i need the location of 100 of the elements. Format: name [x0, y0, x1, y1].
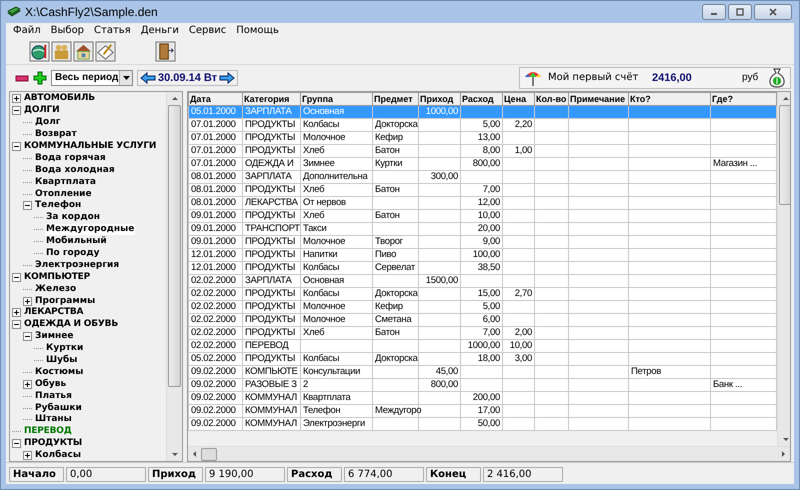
- table-row[interactable]: 09.02.2000 КОММУНАЛ Квартплата 200,00: [188, 392, 776, 404]
- tree-item[interactable]: Долг: [34, 117, 62, 128]
- scrollbar[interactable]: [166, 92, 182, 461]
- table-row[interactable]: 07.01.2000 ПРОДУКТЫ Молочное Кефир 13,00: [188, 132, 776, 144]
- table-row[interactable]: 09.02.2000 КОМПЬЮТЕ Консультации 45,00 Петров: [188, 366, 776, 378]
- expand-icon[interactable]: [12, 308, 21, 318]
- table-row[interactable]: 07.01.2000 ПРОДУКТЫ Колбасы Докторска 5,00 2,20: [188, 118, 776, 132]
- people-icon[interactable]: [51, 40, 72, 62]
- table-row[interactable]: 09.02.2000 КОММУНАЛ Электроэнерги 50,00: [188, 418, 776, 430]
- tree-item[interactable]: Возврат: [34, 129, 78, 140]
- document-pen-icon[interactable]: [95, 40, 116, 62]
- collapse-icon[interactable]: [12, 142, 21, 151]
- menu-item[interactable]: Деньги: [136, 25, 184, 36]
- table-row[interactable]: 08.01.2000 ЛЕКАРСТВА От нервов 12,00: [188, 196, 776, 210]
- collapse-icon[interactable]: [12, 106, 21, 116]
- money-bag-icon[interactable]: [768, 68, 786, 88]
- tree-item[interactable]: Рубашки: [34, 402, 83, 414]
- collapse-icon[interactable]: [23, 332, 32, 342]
- maximize-button[interactable]: [728, 4, 752, 20]
- tree-item[interactable]: Железо: [34, 284, 78, 295]
- menu-item[interactable]: Файл: [8, 25, 46, 36]
- tree-item[interactable]: КОМПЬЮТЕР: [23, 272, 92, 283]
- tree-item[interactable]: ДОЛГИ: [23, 105, 60, 116]
- column-header[interactable]: Приход: [418, 92, 460, 106]
- table-row[interactable]: 02.02.2000 ЗАРПЛАТА Основная 1500,00: [188, 274, 776, 288]
- tree-item[interactable]: Костюмы: [34, 366, 84, 378]
- tree-item[interactable]: Шубы: [45, 355, 78, 366]
- tree-item[interactable]: Мобильный: [45, 236, 108, 248]
- table-row[interactable]: 12.01.2000 ПРОДУКТЫ Напитки Пиво 100,00: [188, 248, 776, 262]
- arrow-left-icon[interactable]: [140, 72, 156, 84]
- column-header[interactable]: Кто?: [628, 92, 710, 106]
- column-header[interactable]: Где?: [710, 92, 776, 106]
- tree-item[interactable]: АВТОМОБИЛЬ: [23, 93, 96, 104]
- table-row[interactable]: 09.01.2000 ПРОДУКТЫ Молочное Творог 9,00: [188, 236, 776, 248]
- table-row[interactable]: 02.02.2000 ПРОДУКТЫ Молочное Сметана 6,00: [188, 314, 776, 326]
- column-header[interactable]: Группа: [300, 92, 372, 106]
- collapse-icon[interactable]: [23, 201, 32, 210]
- globe-icon[interactable]: [29, 40, 50, 62]
- tree-item[interactable]: Платья: [34, 390, 73, 402]
- collapse-icon[interactable]: [12, 320, 21, 330]
- scrollbar[interactable]: [188, 446, 790, 461]
- plus-icon[interactable]: [33, 70, 47, 84]
- collapse-icon[interactable]: [12, 272, 21, 282]
- tree-item[interactable]: За кордон: [45, 212, 102, 224]
- tree-item[interactable]: Электроэнергия: [34, 260, 120, 271]
- table-row[interactable]: 09.01.2000 ПРОДУКТЫ Хлеб Батон 10,00: [188, 210, 776, 222]
- table-row[interactable]: 05.02.2000 ПРОДУКТЫ Колбасы Докторска 18,00 3,00: [188, 352, 776, 366]
- column-header[interactable]: Дата: [188, 92, 242, 106]
- expand-icon[interactable]: [23, 380, 32, 389]
- tree-item[interactable]: ОДЕЖДА И ОБУВЬ: [23, 319, 119, 330]
- minimize-button[interactable]: [702, 4, 726, 20]
- table-row[interactable]: 02.02.2000 ПРОДУКТЫ Молочное Кефир 5,00: [188, 300, 776, 314]
- table-row[interactable]: 07.01.2000 ПРОДУКТЫ Хлеб Батон 8,00 1,00: [188, 144, 776, 158]
- collapse-icon[interactable]: [12, 439, 21, 448]
- tree-item[interactable]: ПЕРЕВОД: [23, 426, 73, 438]
- column-header[interactable]: Расход: [460, 92, 502, 106]
- door-icon[interactable]: [155, 40, 176, 62]
- table-row[interactable]: 02.02.2000 ПЕРЕВОД 1000,00 10,00: [188, 340, 776, 352]
- table-row[interactable]: 08.01.2000 ПРОДУКТЫ Хлеб Батон 7,00: [188, 184, 776, 196]
- tree-item[interactable]: ПРОДУКТЫ: [23, 438, 83, 450]
- menu-item[interactable]: Статья: [89, 25, 136, 36]
- period-dropdown[interactable]: Весь период: [51, 70, 133, 86]
- table-row[interactable]: 09.02.2000 КОММУНАЛ Телефон Междугоро 17,00: [188, 404, 776, 418]
- tree-item[interactable]: Колбасы: [34, 450, 82, 461]
- table-row[interactable]: 12.01.2000 ПРОДУКТЫ Колбасы Сервелат 38,50: [188, 262, 776, 274]
- close-button[interactable]: [754, 4, 792, 20]
- tree-item[interactable]: По городу: [45, 248, 100, 260]
- tree-item[interactable]: Междугородные: [45, 224, 136, 236]
- table-row[interactable]: 02.02.2000 ПРОДУКТЫ Колбасы Докторска 15,00 2,70: [188, 288, 776, 300]
- column-header[interactable]: Цена: [502, 92, 534, 106]
- tree-item[interactable]: ЛЕКАРСТВА: [23, 307, 84, 318]
- expand-icon[interactable]: [12, 94, 21, 104]
- tree-item[interactable]: Отопление: [34, 188, 93, 200]
- tree-item[interactable]: Телефон: [34, 200, 82, 212]
- column-header[interactable]: Предмет: [372, 92, 418, 106]
- tree-item[interactable]: КОММУНАЛЬНЫЕ УСЛУГИ: [23, 141, 158, 152]
- table-row[interactable]: 09.01.2000 ТРАНСПОРТ Такси 20,00: [188, 222, 776, 236]
- house-icon[interactable]: [73, 40, 94, 62]
- menu-item[interactable]: Сервис: [184, 25, 232, 36]
- table-row[interactable]: 08.01.2000 ЗАРПЛАТА Дополнительна 300,00: [188, 170, 776, 184]
- table-row[interactable]: 02.02.2000 ПРОДУКТЫ Хлеб Батон 7,00 2,00: [188, 326, 776, 340]
- menu-item[interactable]: Помощь: [231, 25, 284, 36]
- tree-item[interactable]: Вода горячая: [34, 152, 107, 164]
- tree-item[interactable]: Штаны: [34, 414, 73, 426]
- table-row[interactable]: 07.01.2000 ОДЕЖДА И Зимнее Куртки 800,00 Магазин ...: [188, 158, 776, 170]
- arrow-right-icon[interactable]: [219, 72, 236, 84]
- tree-item[interactable]: Зимнее: [34, 331, 74, 342]
- expand-icon[interactable]: [23, 296, 32, 306]
- table-row[interactable]: 09.02.2000 РАЗОВЫЕ З 2 800,00 Банк ...: [188, 378, 776, 392]
- tree-item[interactable]: Программы: [34, 296, 96, 307]
- tree-item[interactable]: Квартплата: [34, 176, 97, 188]
- column-header[interactable]: Кол-во: [534, 92, 568, 106]
- column-header[interactable]: Примечание: [568, 92, 628, 106]
- expand-icon[interactable]: [23, 451, 32, 460]
- column-header[interactable]: Категория: [242, 92, 300, 106]
- tree-item[interactable]: Куртки: [45, 343, 84, 354]
- tree-item[interactable]: Обувь: [34, 378, 68, 390]
- scrollbar[interactable]: [777, 92, 790, 446]
- menu-item[interactable]: Выбор: [46, 25, 90, 36]
- tree-item[interactable]: Вода холодная: [34, 164, 116, 176]
